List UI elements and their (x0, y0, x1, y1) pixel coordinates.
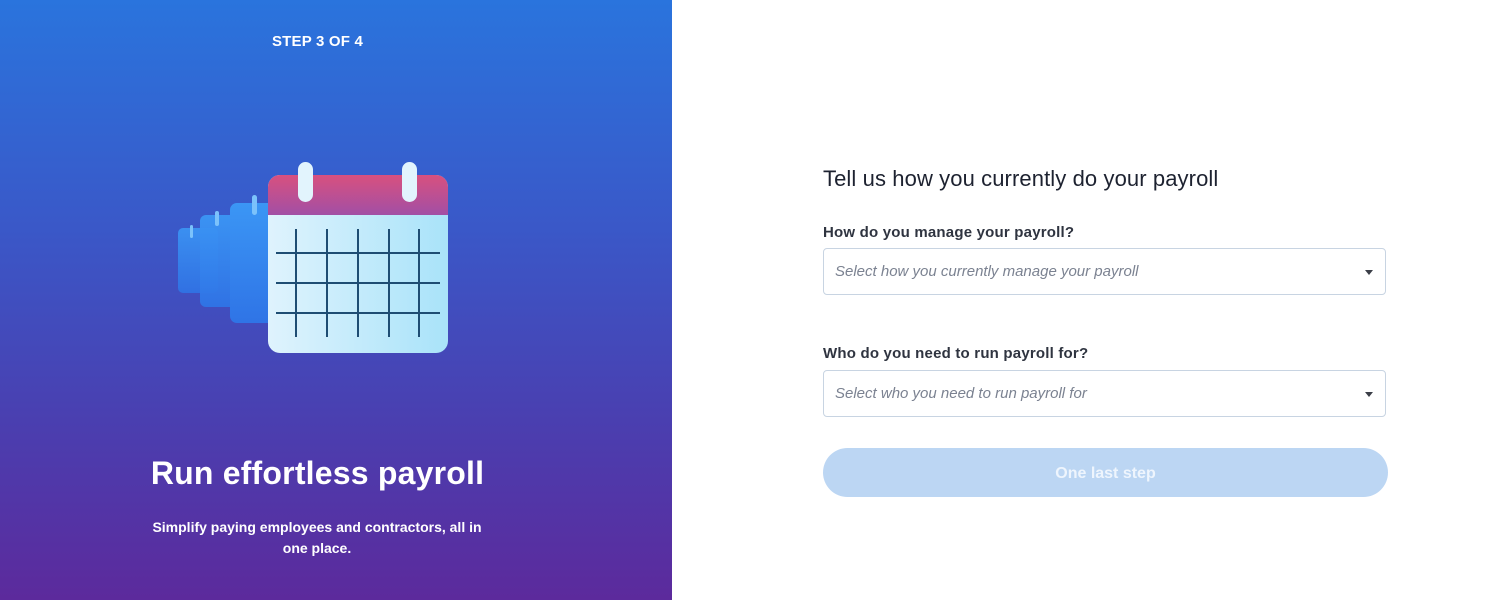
promo-panel: STEP 3 OF 4 Run effortless payroll Simpl… (0, 0, 672, 600)
manage-payroll-label: How do you manage your payroll? (823, 224, 1075, 241)
step-indicator: STEP 3 OF 4 (271, 33, 364, 50)
onboarding-page: STEP 3 OF 4 Run effortless payroll Simpl… (0, 0, 1500, 600)
manage-payroll-select[interactable]: Select how you currently manage your pay… (823, 248, 1386, 295)
payroll-form: Tell us how you currently do your payrol… (672, 0, 1500, 600)
hero-subtitle: Simplify paying employees and contractor… (152, 519, 482, 556)
chevron-down-icon (1365, 392, 1373, 397)
one-last-step-button[interactable]: One last step (823, 448, 1388, 497)
payroll-for-placeholder: Select who you need to run payroll for (835, 385, 1087, 402)
calendar-icon (178, 162, 448, 353)
payroll-for-label: Who do you need to run payroll for? (823, 345, 1089, 362)
manage-payroll-placeholder: Select how you currently manage your pay… (835, 263, 1139, 280)
form-heading: Tell us how you currently do your payrol… (823, 166, 1219, 191)
hero-title: Run effortless payroll (150, 455, 485, 491)
payroll-for-select[interactable]: Select who you need to run payroll for (823, 370, 1386, 417)
chevron-down-icon (1365, 270, 1373, 275)
